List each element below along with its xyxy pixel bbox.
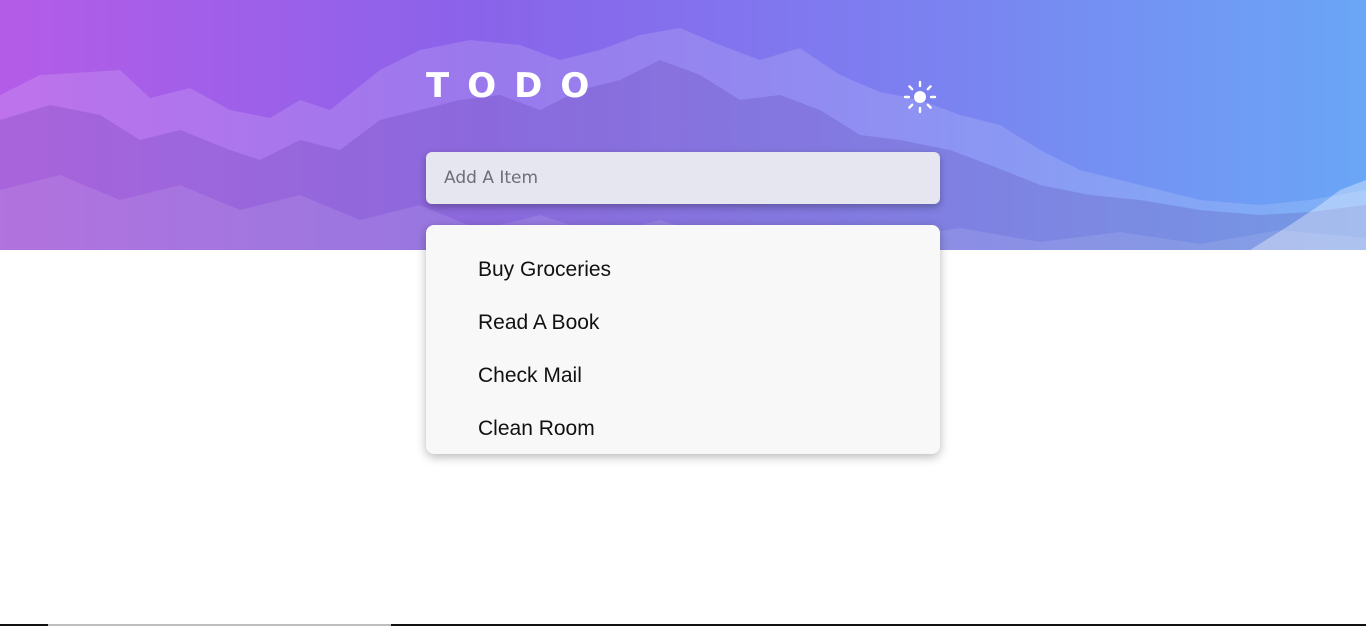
app-title: TODO — [426, 66, 608, 106]
add-item-input[interactable] — [426, 152, 940, 204]
mountain-image — [0, 28, 1366, 250]
header-background — [0, 0, 1366, 250]
todo-item-buy-groceries[interactable]: Buy Groceries — [426, 248, 940, 301]
theme-toggle-button[interactable] — [902, 79, 938, 115]
todo-item-clean-room[interactable]: Clean Room — [426, 407, 940, 460]
todo-item-check-mail[interactable]: Check Mail — [426, 354, 940, 407]
todo-list: Buy Groceries Read A Book Check Mail Cle… — [426, 225, 940, 454]
todo-item-read-a-book[interactable]: Read A Book — [426, 301, 940, 354]
sun-icon — [903, 80, 937, 114]
